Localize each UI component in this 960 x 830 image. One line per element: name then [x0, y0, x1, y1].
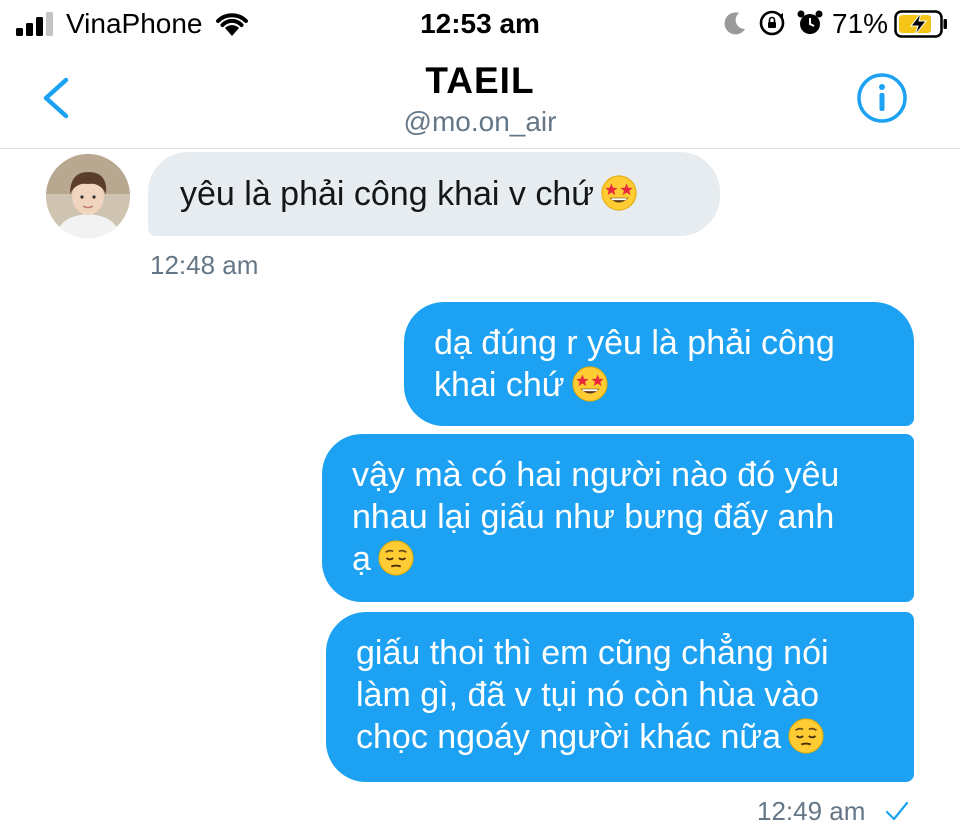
header-divider	[0, 148, 960, 149]
moon-icon	[724, 12, 745, 35]
pensive-emoji-icon	[377, 539, 415, 577]
status-bar: VinaPhone 12:53 am 71%	[0, 0, 960, 50]
message-timestamp: 12:48 am	[150, 250, 259, 280]
info-icon[interactable]	[856, 72, 908, 124]
conversation-handle: @mo.on_air	[403, 106, 557, 137]
message-bubble-outgoing[interactable]: vậy mà có hai người nào đó yêu nhau lại …	[322, 434, 914, 602]
battery-charging-icon	[894, 10, 947, 38]
message-line: làm gì, đã v tụi nó còn hùa vào	[356, 676, 820, 714]
star-struck-emoji-icon	[600, 174, 638, 212]
message-timestamp: 12:49 am	[757, 796, 866, 826]
message-line: giấu thoi thì em cũng chẳng nói	[356, 634, 829, 672]
avatar[interactable]	[46, 154, 130, 238]
message-line: nhau lại giấu như bưng đấy anh	[352, 498, 835, 536]
battery-percent: 71%	[832, 8, 889, 39]
message-bubble-incoming[interactable]: yêu là phải công khai v chứ	[148, 152, 720, 236]
message-line: ạ	[352, 540, 371, 578]
pensive-emoji-icon	[787, 717, 825, 755]
sent-check-icon	[885, 801, 909, 821]
message-text: yêu là phải công khai v chứ	[180, 175, 595, 213]
rotation-lock-icon	[759, 10, 785, 36]
message-line: dạ đúng r yêu là phải công	[434, 324, 835, 362]
message-bubble-outgoing[interactable]: giấu thoi thì em cũng chẳng nói làm gì, …	[326, 612, 914, 782]
message-bubble-outgoing[interactable]: dạ đúng r yêu là phải công khai chứ	[404, 302, 914, 426]
message-line: khai chứ	[434, 366, 565, 404]
message-line: chọc ngoáy người khác nữa	[356, 718, 782, 756]
message-line: vậy mà có hai người nào đó yêu	[352, 456, 840, 494]
alarm-icon	[797, 10, 823, 34]
star-struck-emoji-icon	[571, 365, 609, 403]
conversation-title: TAEIL	[425, 60, 535, 101]
